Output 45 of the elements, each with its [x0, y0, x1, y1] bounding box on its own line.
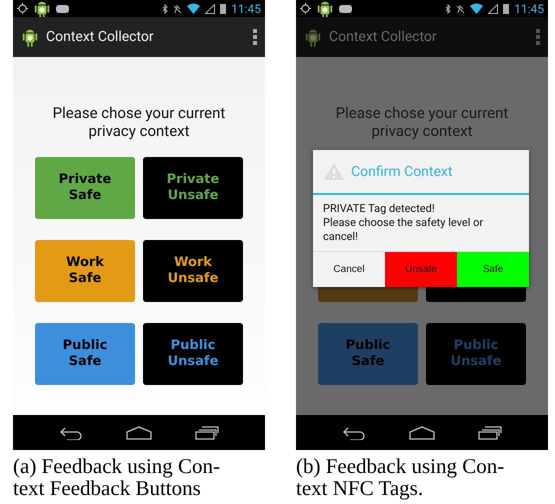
dialog-title: Confirm Context [351, 164, 452, 180]
recent-apps-icon[interactable] [194, 426, 219, 440]
android-icon [304, 27, 322, 47]
dialog-message: cancel! [323, 230, 359, 244]
dialog-button[interactable]: Unsafe [385, 252, 457, 287]
figure-caption: text Feedback Buttons [13, 477, 202, 499]
dialog-button[interactable]: Safe [457, 252, 529, 287]
context-button[interactable]: Private Safe [35, 157, 135, 219]
battery-icon [503, 3, 510, 14]
dialog-message: Please choose the safety level or [323, 216, 484, 230]
context-button[interactable]: Public Unsafe [143, 323, 243, 385]
battery-icon [220, 3, 226, 14]
warning-icon [323, 162, 345, 181]
back-icon[interactable] [59, 426, 84, 440]
crosshair-icon [300, 3, 311, 14]
android-icon [316, 0, 334, 18]
bluetooth-icon [162, 4, 168, 14]
home-icon[interactable] [126, 426, 152, 440]
figure-caption: (b) Feedback using Con- [296, 455, 506, 477]
clock-time: 11:45 [514, 2, 544, 16]
app-title: Context Collector [329, 29, 438, 45]
android-icon [21, 27, 39, 47]
context-button[interactable]: Private Unsafe [143, 157, 243, 219]
heading: Please chose your current privacy context [334, 104, 510, 140]
wifi-icon [187, 3, 200, 14]
crosshair-icon [17, 3, 28, 14]
figure-caption: text NFC Tags. [296, 477, 424, 499]
context-button[interactable]: Work Safe [35, 240, 135, 302]
home-icon[interactable] [408, 426, 435, 440]
signal-icon [488, 4, 498, 14]
bluetooth-icon [445, 4, 452, 14]
overflow-menu-icon[interactable] [253, 29, 257, 45]
context-button[interactable]: Public Safe [35, 323, 135, 385]
context-button[interactable]: Work Unsafe [143, 240, 243, 302]
android-icon [33, 0, 51, 18]
recent-apps-icon[interactable] [478, 426, 502, 440]
wifi-icon [470, 3, 484, 14]
figure-caption: (a) Feedback using Con- [13, 455, 222, 477]
app-title: Context Collector [46, 29, 155, 45]
back-icon[interactable] [342, 426, 366, 440]
dialog-message: PRIVATE Tag detected! [323, 202, 436, 216]
signal-icon [205, 4, 216, 14]
clock-time: 11:45 [231, 2, 261, 16]
heading: Please chose your current privacy context [52, 104, 226, 140]
dialog-button[interactable]: Cancel [313, 252, 385, 287]
